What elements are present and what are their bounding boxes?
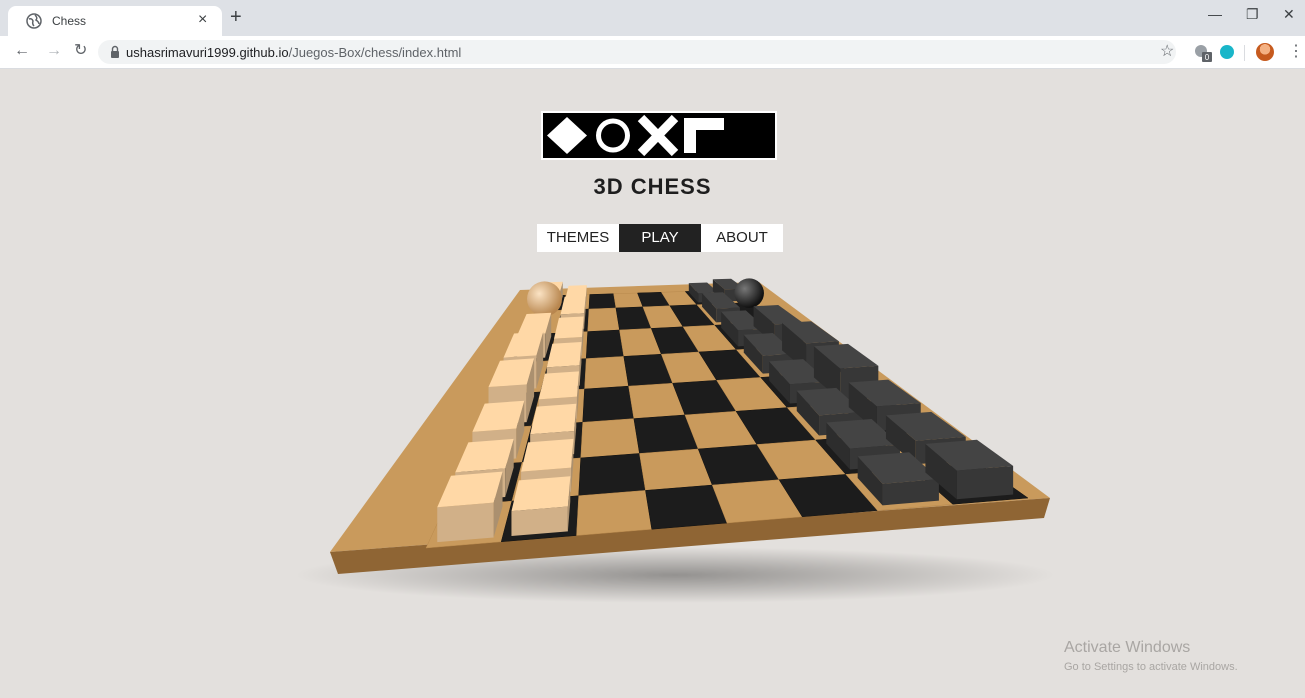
page-title: 3D CHESS	[593, 174, 712, 199]
watermark-subtitle: Go to Settings to activate Windows.	[1064, 661, 1238, 673]
corner-icon	[684, 118, 724, 153]
about-button[interactable]: ABOUT	[701, 224, 783, 252]
cross-icon	[637, 114, 679, 157]
light-queen-piece[interactable]	[527, 281, 562, 317]
watermark-title: Activate Windows	[1064, 639, 1191, 656]
board-square[interactable]	[584, 356, 629, 390]
play-button[interactable]: PLAY	[619, 224, 701, 252]
main-menu: THEMES PLAY ABOUT	[537, 224, 783, 252]
square-icon	[731, 117, 771, 154]
juegos-box-logo	[541, 111, 777, 160]
board-square[interactable]	[585, 329, 625, 359]
light-pawn-piece[interactable]	[511, 476, 571, 537]
board-square[interactable]	[588, 293, 617, 310]
board-square[interactable]	[582, 385, 635, 423]
activate-windows-watermark: Activate Windows Go to Settings to activ…	[1064, 639, 1238, 673]
themes-button[interactable]: THEMES	[537, 224, 619, 252]
board-square[interactable]	[587, 307, 620, 332]
board-square[interactable]	[580, 418, 640, 459]
diamond-icon	[547, 117, 587, 154]
dark-queen-piece[interactable]	[734, 278, 764, 308]
board-square[interactable]	[576, 490, 653, 536]
chess-scene[interactable]	[0, 0, 1305, 698]
board-square[interactable]	[578, 453, 646, 497]
